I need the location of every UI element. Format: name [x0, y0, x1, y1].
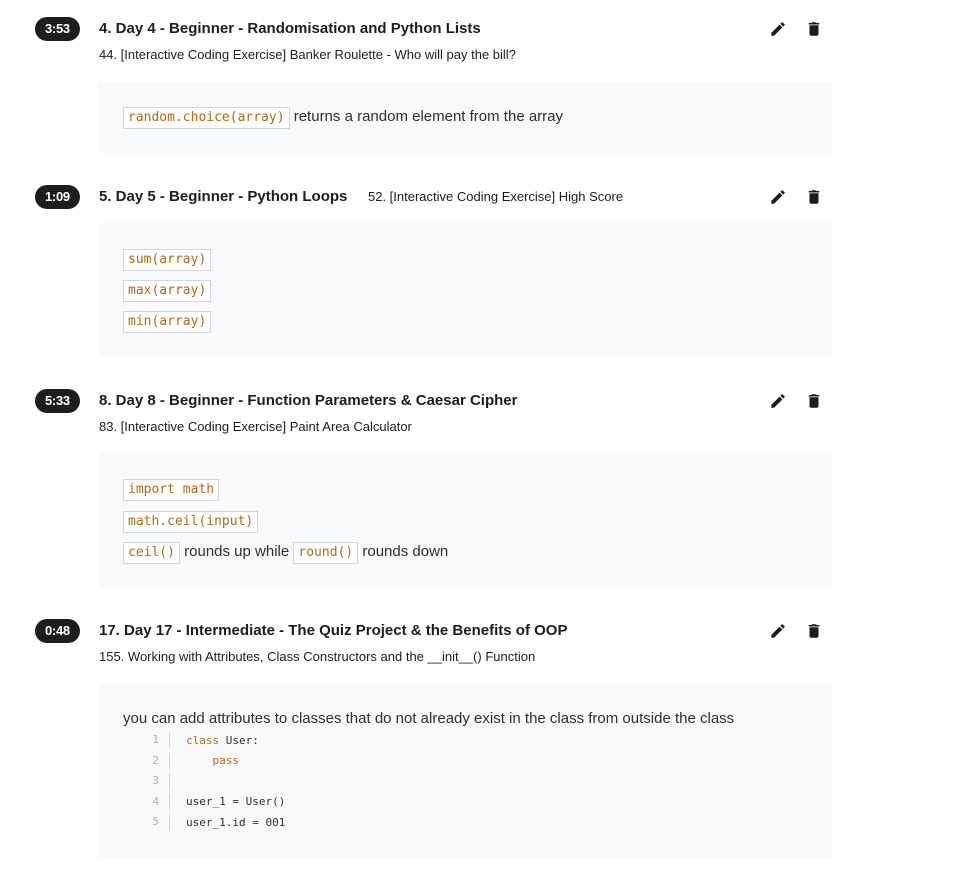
note-content: random.choice(array) returns a random el… [99, 82, 832, 153]
lecture-title: 44. [Interactive Coding Exercise] Banker… [99, 47, 516, 62]
code-keyword: pass [186, 754, 239, 768]
section-title: 8. Day 8 - Beginner - Function Parameter… [99, 392, 518, 409]
note-text: rounds down [362, 543, 449, 560]
code-text: user_1.id = 001 [186, 815, 286, 829]
note-line: min(array) [123, 310, 212, 333]
timestamp-badge[interactable]: 1:09 [35, 185, 80, 209]
code-line: 1 class User: [123, 730, 285, 751]
timestamp-badge[interactable]: 0:48 [35, 619, 80, 643]
section-title: 5. Day 5 - Beginner - Python Loops [99, 188, 348, 205]
edit-note-button[interactable] [768, 187, 788, 207]
line-number: 5 [123, 814, 170, 831]
note-text: rounds up while [184, 543, 290, 560]
note-line: sum(array) [123, 248, 212, 271]
section-title: 17. Day 17 - Intermediate - The Quiz Pro… [99, 622, 568, 639]
code-text: User: [219, 733, 259, 747]
pencil-icon [771, 190, 785, 204]
note-line: ceil() rounds up while round() rounds do… [123, 541, 448, 564]
trash-icon [808, 22, 820, 36]
line-number: 2 [123, 752, 170, 769]
code-block: 1 class User: 2 pass 3 4 user_1 = User()… [123, 730, 285, 833]
note-content: you can add attributes to classes that d… [99, 684, 832, 858]
trash-icon [808, 190, 820, 204]
delete-note-button[interactable] [804, 187, 824, 207]
pencil-icon [771, 624, 785, 638]
delete-note-button[interactable] [804, 621, 824, 641]
inline-code: sum(array) [123, 249, 212, 271]
code-line: 3 [123, 771, 285, 792]
code-keyword: class [186, 733, 220, 747]
delete-note-button[interactable] [804, 391, 824, 411]
line-number: 1 [123, 732, 170, 749]
line-number: 3 [123, 773, 170, 790]
timestamp-badge[interactable]: 5:33 [35, 389, 80, 413]
edit-note-button[interactable] [768, 391, 788, 411]
inline-code: math.ceil(input) [123, 511, 259, 533]
edit-note-button[interactable] [768, 19, 788, 39]
pencil-icon [771, 394, 785, 408]
delete-note-button[interactable] [804, 19, 824, 39]
code-line: 4 user_1 = User() [123, 792, 285, 813]
trash-icon [808, 624, 820, 638]
note-text: you can add attributes to classes that d… [123, 710, 735, 727]
inline-code: max(array) [123, 280, 212, 302]
note-content: import math math.ceil(input) ceil() roun… [99, 453, 832, 587]
inline-code: min(array) [123, 311, 212, 333]
inline-code: round() [293, 542, 359, 564]
line-number: 4 [123, 793, 170, 810]
note-line: random.choice(array) returns a random el… [123, 106, 563, 129]
lecture-title: 155. Working with Attributes, Class Cons… [99, 649, 536, 664]
inline-code: import math [123, 479, 220, 501]
lecture-title: 52. [Interactive Coding Exercise] High S… [368, 189, 624, 204]
code-line: 2 pass [123, 751, 285, 772]
inline-code: random.choice(array) [123, 107, 290, 129]
trash-icon [808, 394, 820, 408]
lecture-title: 83. [Interactive Coding Exercise] Paint … [99, 419, 412, 434]
note-line: import math [123, 478, 220, 501]
note-text: returns a random element from the array [293, 108, 564, 125]
note-content: sum(array) max(array) min(array) [99, 223, 832, 357]
section-title: 4. Day 4 - Beginner - Randomisation and … [99, 20, 481, 37]
edit-note-button[interactable] [768, 621, 788, 641]
code-line: 5 user_1.id = 001 [123, 812, 285, 833]
pencil-icon [771, 22, 785, 36]
note-line: math.ceil(input) [123, 510, 259, 533]
code-text: user_1 = User() [186, 795, 286, 809]
timestamp-badge[interactable]: 3:53 [35, 17, 80, 41]
note-line: max(array) [123, 279, 212, 302]
inline-code: ceil() [123, 542, 180, 564]
